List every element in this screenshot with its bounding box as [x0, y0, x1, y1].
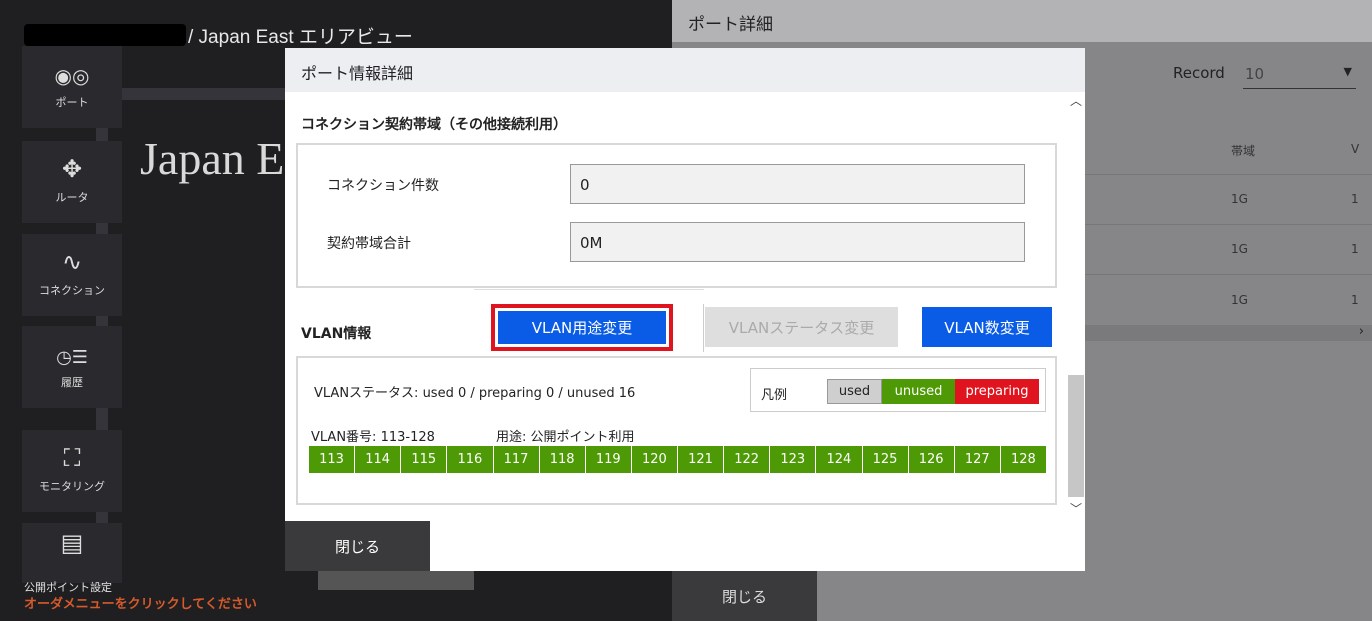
- row-v: 1: [1351, 293, 1359, 307]
- vlan-cell[interactable]: 122: [724, 446, 771, 473]
- bandwidth-total-field[interactable]: 0M: [570, 222, 1025, 262]
- vlan-status-summary: VLANステータス: used 0 / preparing 0 / unused…: [314, 386, 636, 401]
- nav-item-public-point[interactable]: ▤: [22, 523, 122, 583]
- port-detail-title: ポート詳細: [688, 15, 773, 35]
- row-divider: [1085, 224, 1372, 225]
- breadcrumb: / Japan East エリアビュー: [188, 27, 413, 48]
- public-point-icon: ▤: [60, 529, 84, 557]
- divider: [474, 289, 704, 290]
- horizontal-scrollbar[interactable]: ›: [1085, 324, 1372, 341]
- vlan-cell[interactable]: 118: [539, 446, 586, 473]
- row-v: 1: [1351, 242, 1359, 256]
- legend-label: 凡例: [761, 388, 788, 403]
- vlan-cell[interactable]: 116: [447, 446, 494, 473]
- vlan-cell[interactable]: 128: [1000, 446, 1046, 473]
- row-divider: [1085, 274, 1372, 275]
- legend-preparing: preparing: [955, 379, 1039, 404]
- nav-item-connection[interactable]: ∿ コネクション: [22, 234, 122, 316]
- vlan-cell[interactable]: 125: [862, 446, 909, 473]
- row-bandwidth: 1G: [1231, 242, 1248, 256]
- nav-item-label: コネクション: [39, 284, 105, 297]
- vlan-number: VLAN番号: 113-128: [311, 430, 435, 445]
- vlan-cell[interactable]: 115: [401, 446, 448, 473]
- history-icon: ◷☰: [56, 347, 88, 368]
- vlan-title: VLAN情報: [301, 326, 372, 342]
- modal-title: ポート情報詳細: [301, 64, 414, 83]
- row-v: 1: [1351, 192, 1359, 206]
- nav-item-label: ポート: [55, 96, 89, 109]
- button-divider: [703, 304, 704, 352]
- vlan-cell[interactable]: 113: [309, 446, 356, 473]
- vlan-cells: 113 114 115 116 117 118 119 120 121 122 …: [309, 446, 1046, 473]
- order-warning: オーダメニューをクリックしてください: [24, 597, 257, 612]
- router-icon: ✥: [61, 155, 83, 183]
- chevron-down-icon: ▼: [1343, 65, 1352, 78]
- row-bandwidth: 1G: [1231, 192, 1248, 206]
- connection-icon: ∿: [61, 248, 83, 276]
- modal-close-button[interactable]: 閉じる: [285, 521, 430, 571]
- modal-scrollbar[interactable]: ︿ ﹀: [1067, 92, 1085, 517]
- monitoring-icon: ⛶: [63, 444, 81, 472]
- vlan-cell[interactable]: 120: [631, 446, 678, 473]
- legend-unused: unused: [882, 379, 955, 404]
- nav-item-label: ルータ: [55, 191, 89, 204]
- row-divider: [1085, 174, 1372, 175]
- col-bandwidth: 帯域: [1231, 144, 1256, 158]
- col-v: V: [1351, 142, 1360, 156]
- bandwidth-total-label: 契約帯域合計: [327, 236, 411, 252]
- vlan-cell[interactable]: 121: [678, 446, 725, 473]
- conn-count-label: コネクション件数: [327, 178, 439, 194]
- vlan-cell[interactable]: 114: [355, 446, 402, 473]
- nav-item-port[interactable]: ◉◎ ポート: [22, 46, 122, 128]
- nav-item-monitoring[interactable]: ⛶ モニタリング: [22, 430, 122, 512]
- record-value: 10: [1245, 65, 1265, 83]
- vlan-cell[interactable]: 127: [954, 446, 1001, 473]
- port-icon: ◉◎: [54, 64, 90, 88]
- connection-box: コネクション件数 0 契約帯域合計 0M: [296, 143, 1057, 288]
- scrollbar-thumb[interactable]: [1068, 375, 1084, 497]
- vlan-count-change-button[interactable]: VLAN数変更: [922, 307, 1052, 347]
- legend: 凡例 used unused preparing: [750, 368, 1046, 412]
- vlan-use-highlight: VLAN用途変更: [491, 304, 673, 351]
- chevron-up-icon[interactable]: ︿: [1070, 92, 1082, 109]
- vlan-use-change-button[interactable]: VLAN用途変更: [498, 311, 666, 344]
- vlan-cell[interactable]: 124: [816, 446, 863, 473]
- record-select[interactable]: 10 ▼: [1243, 62, 1356, 89]
- nav-item-history[interactable]: ◷☰ 履歴: [22, 326, 122, 408]
- vlan-box: VLANステータス: used 0 / preparing 0 / unused…: [296, 356, 1057, 505]
- map-title: Japan E: [140, 133, 285, 184]
- section-title: コネクション契約帯域（その他接続利用）: [301, 117, 567, 133]
- conn-count-field[interactable]: 0: [570, 164, 1025, 204]
- nav-item-router[interactable]: ✥ ルータ: [22, 141, 122, 223]
- record-label: Record: [1173, 64, 1225, 82]
- vlan-purpose: 用途: 公開ポイント利用: [496, 430, 635, 445]
- panel-close-button[interactable]: 閉じる: [672, 571, 817, 621]
- row-bandwidth: 1G: [1231, 293, 1248, 307]
- vlan-status-change-button[interactable]: VLANステータス変更: [705, 307, 898, 347]
- vlan-cell[interactable]: 123: [770, 446, 817, 473]
- nav-item-label: 履歴: [61, 376, 83, 389]
- chevron-down-icon[interactable]: ﹀: [1070, 500, 1082, 517]
- modal-header: ポート情報詳細: [285, 48, 1085, 92]
- redacted-breadcrumb: [24, 24, 186, 46]
- legend-used: used: [827, 379, 882, 404]
- port-detail-header: ポート詳細: [672, 0, 1372, 42]
- vlan-cell[interactable]: 119: [585, 446, 632, 473]
- vlan-cell[interactable]: 126: [908, 446, 955, 473]
- nav-item-label: モニタリング: [39, 480, 105, 493]
- vlan-cell[interactable]: 117: [493, 446, 540, 473]
- chevron-right-icon[interactable]: ›: [1359, 324, 1364, 339]
- port-info-modal: ポート情報詳細 ︿ ﹀ コネクション契約帯域（その他接続利用） コネクション件数…: [285, 48, 1085, 571]
